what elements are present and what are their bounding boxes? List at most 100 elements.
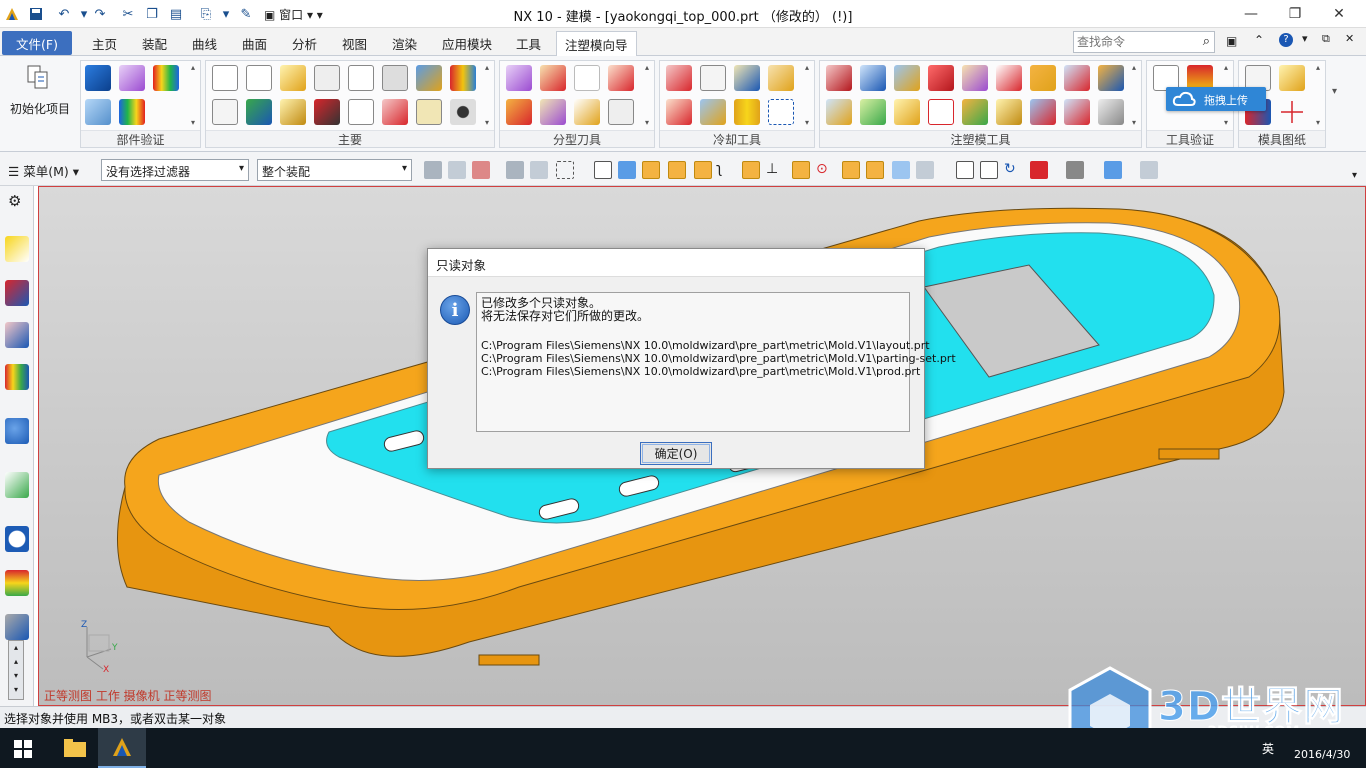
ime-indicator[interactable]: 英 bbox=[1262, 740, 1274, 757]
define-cavity-core-icon[interactable] bbox=[540, 99, 566, 125]
tab-application[interactable]: 应用模块 bbox=[434, 31, 500, 55]
cooling-fitting-icon[interactable] bbox=[734, 99, 760, 125]
sub-insert-icon[interactable] bbox=[280, 99, 306, 125]
nx-logo-icon[interactable] bbox=[2, 4, 22, 24]
repeat-command-icon[interactable]: ⎘ bbox=[196, 4, 216, 24]
window-menu[interactable]: ▣ 窗口 ▾ ▾ bbox=[264, 6, 323, 23]
feature-select-icon[interactable] bbox=[472, 161, 490, 179]
calc-area-icon[interactable] bbox=[85, 99, 111, 125]
group-dropdown-icon[interactable]: ▴ ▾ bbox=[641, 63, 653, 127]
zoom-icon[interactable] bbox=[980, 161, 998, 179]
snap-grid-icon[interactable] bbox=[916, 161, 934, 179]
rectangle-select-icon[interactable] bbox=[556, 161, 574, 179]
windows-start-icon[interactable] bbox=[14, 740, 32, 761]
snap-existing-icon[interactable] bbox=[842, 161, 860, 179]
orient-view-icon[interactable] bbox=[1030, 161, 1048, 179]
view-manager-icon[interactable] bbox=[450, 99, 476, 125]
paste-icon[interactable]: ▤ bbox=[166, 4, 186, 24]
assembly-navigator-icon[interactable] bbox=[5, 236, 29, 262]
constraint-navigator-icon[interactable] bbox=[5, 280, 29, 306]
check-region-icon[interactable] bbox=[506, 65, 532, 91]
ribbon-options-icon[interactable]: ▾ bbox=[1332, 86, 1337, 97]
rotate-icon[interactable]: ↻ bbox=[1004, 161, 1022, 179]
divide-face-icon[interactable] bbox=[962, 99, 988, 125]
curve-surface-patch-icon[interactable] bbox=[540, 65, 566, 91]
snap-center-icon[interactable] bbox=[792, 161, 810, 179]
select-all-icon[interactable] bbox=[506, 161, 524, 179]
define-channel-icon[interactable] bbox=[768, 99, 794, 125]
define-region-icon[interactable] bbox=[574, 65, 600, 91]
copy-icon[interactable]: ❐ bbox=[142, 4, 162, 24]
doc-minimize-icon[interactable]: ▾ bbox=[1302, 32, 1308, 45]
snap-point-icon[interactable] bbox=[642, 161, 660, 179]
group-dropdown-icon[interactable]: ▴ ▾ bbox=[187, 63, 199, 127]
system-materials-icon[interactable] bbox=[5, 570, 29, 596]
doc-restore-icon[interactable]: ⧉ bbox=[1322, 32, 1330, 46]
show-hide-icon[interactable] bbox=[1140, 161, 1158, 179]
select-option-icon[interactable] bbox=[448, 161, 466, 179]
check-part-icon[interactable] bbox=[85, 65, 111, 91]
edit-parting-icon[interactable] bbox=[506, 99, 532, 125]
sheet-patch-icon[interactable] bbox=[928, 65, 954, 91]
modify-solid-icon[interactable] bbox=[996, 65, 1022, 91]
command-search[interactable]: ⌕ bbox=[1073, 31, 1215, 53]
solid-patch-icon[interactable] bbox=[894, 65, 920, 91]
extend-channel-icon[interactable] bbox=[666, 99, 692, 125]
render-style-icon[interactable] bbox=[1066, 161, 1084, 179]
adjust-channel-icon[interactable] bbox=[700, 99, 726, 125]
mold-csys-icon[interactable] bbox=[212, 65, 238, 91]
curve-snap-icon[interactable]: ʅ bbox=[716, 161, 734, 179]
cooling-connector-icon[interactable] bbox=[768, 65, 794, 91]
cut-icon[interactable]: ✂ bbox=[118, 4, 138, 24]
solid-select-icon[interactable] bbox=[618, 161, 636, 179]
split-solid-icon[interactable] bbox=[860, 65, 886, 91]
runner-icon[interactable] bbox=[348, 99, 374, 125]
combine-icon[interactable] bbox=[1030, 99, 1056, 125]
group-dropdown-icon[interactable]: ▴ ▾ bbox=[481, 63, 493, 127]
standard-part-icon[interactable] bbox=[416, 65, 442, 91]
tab-tools[interactable]: 工具 bbox=[508, 31, 549, 55]
snap-end-icon[interactable] bbox=[668, 161, 686, 179]
parting-line-icon[interactable] bbox=[860, 99, 886, 125]
tab-surface[interactable]: 曲面 bbox=[234, 31, 275, 55]
split-face-icon[interactable] bbox=[928, 99, 954, 125]
edit-section-icon[interactable] bbox=[1104, 161, 1122, 179]
pocket-icon[interactable] bbox=[382, 99, 408, 125]
mold-base-icon[interactable] bbox=[382, 65, 408, 91]
repeat-dropdown-icon[interactable]: ▾ bbox=[216, 4, 236, 24]
minimize-button[interactable]: — bbox=[1228, 0, 1274, 28]
snap-face-icon[interactable] bbox=[892, 161, 910, 179]
ok-button[interactable]: 确定(O) bbox=[640, 442, 712, 465]
tab-assembly[interactable]: 装配 bbox=[134, 31, 175, 55]
tab-file[interactable]: 文件(F) bbox=[2, 31, 72, 55]
cooling-circuit-icon[interactable] bbox=[734, 65, 760, 91]
menu-button[interactable]: ☰ 菜单(M) ▾ bbox=[8, 161, 79, 180]
family-mold-icon[interactable] bbox=[348, 65, 374, 91]
auto-dimension-icon[interactable] bbox=[1279, 99, 1305, 125]
restore-button[interactable]: ❐ bbox=[1272, 0, 1318, 28]
collapse-ribbon-icon[interactable]: ⌃ bbox=[1254, 33, 1264, 47]
tab-curve[interactable]: 曲线 bbox=[184, 31, 225, 55]
reuse-library-icon[interactable] bbox=[5, 364, 29, 390]
mold-flow-icon[interactable] bbox=[119, 99, 145, 125]
cooling-pattern-icon[interactable] bbox=[666, 65, 692, 91]
group-dropdown-icon[interactable]: ▴ ▾ bbox=[1128, 63, 1140, 127]
process-studio-icon[interactable] bbox=[5, 614, 29, 640]
help-icon[interactable]: ? bbox=[1279, 33, 1293, 47]
touch-mode-icon[interactable]: ✎ bbox=[236, 4, 256, 24]
assembly-scope-select[interactable]: 整个装配 ▾ bbox=[257, 159, 412, 181]
tab-analysis[interactable]: 分析 bbox=[284, 31, 325, 55]
type-filter-select[interactable]: 没有选择过滤器 ▾ bbox=[101, 159, 249, 181]
gate-icon[interactable] bbox=[314, 99, 340, 125]
filter-settings-icon[interactable] bbox=[424, 161, 442, 179]
group-dropdown-icon[interactable]: ▴ ▾ bbox=[801, 63, 813, 127]
snap-onCurve-icon[interactable] bbox=[866, 161, 884, 179]
replace-solid-icon[interactable] bbox=[1098, 65, 1124, 91]
subtract-icon[interactable] bbox=[1064, 99, 1090, 125]
backup-parting-icon[interactable] bbox=[608, 99, 634, 125]
extrude-icon[interactable] bbox=[996, 99, 1022, 125]
tab-mold-wizard[interactable]: 注塑模向导 bbox=[556, 31, 637, 57]
shrinkage-icon[interactable] bbox=[246, 65, 272, 91]
draft-check-icon[interactable] bbox=[119, 65, 145, 91]
toolbar-options-icon[interactable]: ▾ bbox=[1352, 170, 1357, 181]
